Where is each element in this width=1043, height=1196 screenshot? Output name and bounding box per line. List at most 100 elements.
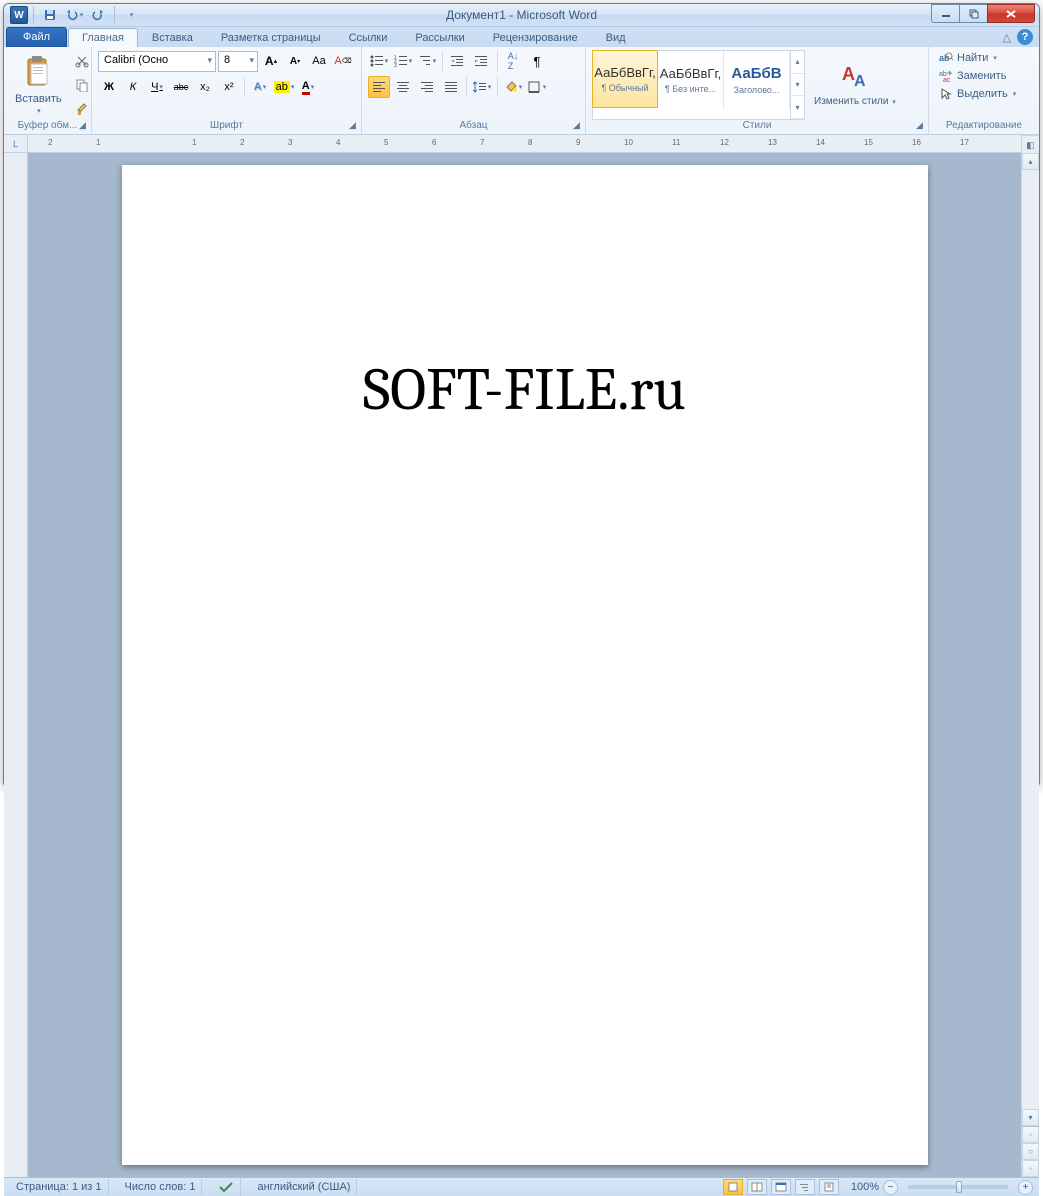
select-button[interactable]: Выделить▾	[935, 86, 1020, 102]
shading-button[interactable]: ▾	[502, 76, 524, 98]
browse-select[interactable]: ○	[1022, 1143, 1039, 1160]
zoom-thumb[interactable]	[956, 1181, 962, 1193]
increase-indent-button[interactable]	[471, 50, 493, 72]
minimize-button[interactable]	[931, 4, 960, 23]
tab-references[interactable]: Ссылки	[335, 28, 402, 47]
ruler-horizontal[interactable]: L 211234567891011121314151617 ◧	[4, 135, 1039, 153]
view-draft[interactable]	[819, 1179, 839, 1195]
change-styles-button[interactable]: AA Изменить стили ▾	[809, 50, 901, 120]
style-no-spacing[interactable]: АаБбВвГг, ¶ Без инте...	[658, 51, 724, 109]
shrink-font-button[interactable]: A▾	[284, 50, 306, 72]
scroll-up[interactable]: ▴	[1022, 153, 1039, 170]
italic-button[interactable]: К	[122, 76, 144, 98]
view-print-layout[interactable]	[723, 1179, 743, 1195]
zoom-level[interactable]: 100%	[851, 1181, 879, 1193]
tab-review[interactable]: Рецензирование	[479, 28, 592, 47]
minimize-ribbon-icon[interactable]: △	[1003, 31, 1011, 44]
group-clipboard-label: Буфер обм...	[10, 120, 85, 133]
tab-home[interactable]: Главная	[68, 28, 138, 47]
subscript-button[interactable]: x₂	[194, 76, 216, 98]
copy-button[interactable]	[71, 74, 93, 96]
fullscreen-icon	[751, 1182, 763, 1192]
change-case-button[interactable]: Aa	[308, 50, 330, 72]
tab-insert[interactable]: Вставка	[138, 28, 207, 47]
style-heading1[interactable]: АаБбВ Заголово...	[724, 51, 790, 109]
gallery-up[interactable]: ▴	[791, 51, 804, 74]
view-web-layout[interactable]	[771, 1179, 791, 1195]
paste-button[interactable]: Вставить ▾	[10, 50, 67, 120]
scroll-down[interactable]: ▾	[1022, 1109, 1039, 1126]
status-proofing[interactable]	[212, 1178, 241, 1196]
tab-mailings[interactable]: Рассылки	[401, 28, 478, 47]
borders-button[interactable]: ▾	[526, 76, 548, 98]
justify-button[interactable]	[440, 76, 462, 98]
style-normal[interactable]: АаБбВвГг, ¶ Обычный	[592, 50, 658, 108]
font-launcher[interactable]: ◢	[346, 119, 359, 132]
zoom-out[interactable]: −	[883, 1180, 898, 1195]
line-spacing-button[interactable]: ▾	[471, 76, 493, 98]
show-marks-button[interactable]: ¶	[526, 50, 548, 72]
align-right-button[interactable]	[416, 76, 438, 98]
clear-formatting-button[interactable]: A⌫	[332, 50, 354, 72]
format-painter-button[interactable]	[71, 98, 93, 120]
status-language[interactable]: английский (США)	[251, 1179, 357, 1195]
browse-next[interactable]: ◦	[1022, 1160, 1039, 1177]
status-page[interactable]: Страница: 1 из 1	[10, 1179, 109, 1195]
vertical-scrollbar[interactable]: ▴ ▾ ◦ ○ ◦	[1021, 153, 1039, 1177]
ruler-toggle[interactable]: ◧	[1021, 135, 1039, 155]
decrease-indent-button[interactable]	[447, 50, 469, 72]
ruler-h-strip[interactable]: 211234567891011121314151617	[28, 135, 1021, 152]
close-button[interactable]	[987, 4, 1035, 23]
page-scroll[interactable]: SOFT-FILE.ru	[28, 153, 1021, 1177]
browse-prev[interactable]: ◦	[1022, 1126, 1039, 1143]
highlight-button[interactable]: ab▾	[273, 76, 295, 98]
view-full-screen[interactable]	[747, 1179, 767, 1195]
strikethrough-button[interactable]: abc	[170, 76, 192, 98]
redo-button[interactable]	[87, 4, 109, 26]
gallery-down[interactable]: ▾	[791, 74, 804, 97]
borders-icon	[528, 81, 542, 93]
tab-view[interactable]: Вид	[592, 28, 640, 47]
zoom-slider[interactable]	[908, 1185, 1008, 1189]
undo-button[interactable]: ▾	[63, 4, 85, 26]
grow-font-button[interactable]: A▴	[260, 50, 282, 72]
find-button[interactable]: abНайти▾	[935, 50, 1020, 66]
tab-page-layout[interactable]: Разметка страницы	[207, 28, 335, 47]
document-text[interactable]: SOFT-FILE.ru	[192, 355, 858, 424]
font-size-combo[interactable]: 8	[218, 51, 258, 72]
bold-button[interactable]: Ж	[98, 76, 120, 98]
paragraph-launcher[interactable]: ◢	[570, 119, 583, 132]
sort-button[interactable]: A↓Z	[502, 50, 524, 72]
underline-button[interactable]: Ч▾	[146, 76, 168, 98]
paste-label: Вставить	[15, 93, 62, 105]
zoom-in[interactable]: +	[1018, 1180, 1033, 1195]
qat-customize[interactable]: ▾	[120, 4, 142, 26]
text-effects-button[interactable]: A▾	[249, 76, 271, 98]
scroll-track[interactable]	[1022, 170, 1039, 1109]
view-outline[interactable]	[795, 1179, 815, 1195]
styles-launcher[interactable]: ◢	[913, 119, 926, 132]
page[interactable]: SOFT-FILE.ru	[122, 165, 928, 1165]
cut-button[interactable]	[71, 50, 93, 72]
maximize-button[interactable]	[959, 4, 988, 23]
numbering-button[interactable]: 123▾	[392, 50, 414, 72]
align-center-button[interactable]	[392, 76, 414, 98]
align-right-icon	[421, 82, 433, 92]
font-color-button[interactable]: A▾	[297, 76, 319, 98]
multilevel-list-button[interactable]: ▾	[416, 50, 438, 72]
align-left-button[interactable]	[368, 76, 390, 98]
align-left-icon	[373, 82, 385, 92]
tab-selector[interactable]: L	[4, 135, 28, 152]
replace-button[interactable]: abacЗаменить	[935, 68, 1020, 84]
status-words[interactable]: Число слов: 1	[119, 1179, 203, 1195]
help-icon[interactable]: ?	[1017, 29, 1033, 45]
ruler-vertical[interactable]	[4, 153, 28, 1177]
font-name-combo[interactable]: Calibri (Осно	[98, 51, 216, 72]
gallery-more[interactable]: ▾	[791, 96, 804, 119]
clipboard-launcher[interactable]: ◢	[76, 119, 89, 132]
save-button[interactable]	[39, 4, 61, 26]
bullets-button[interactable]: ▾	[368, 50, 390, 72]
word-icon[interactable]: W	[10, 6, 28, 24]
file-tab[interactable]: Файл	[6, 27, 67, 47]
superscript-button[interactable]: x²	[218, 76, 240, 98]
